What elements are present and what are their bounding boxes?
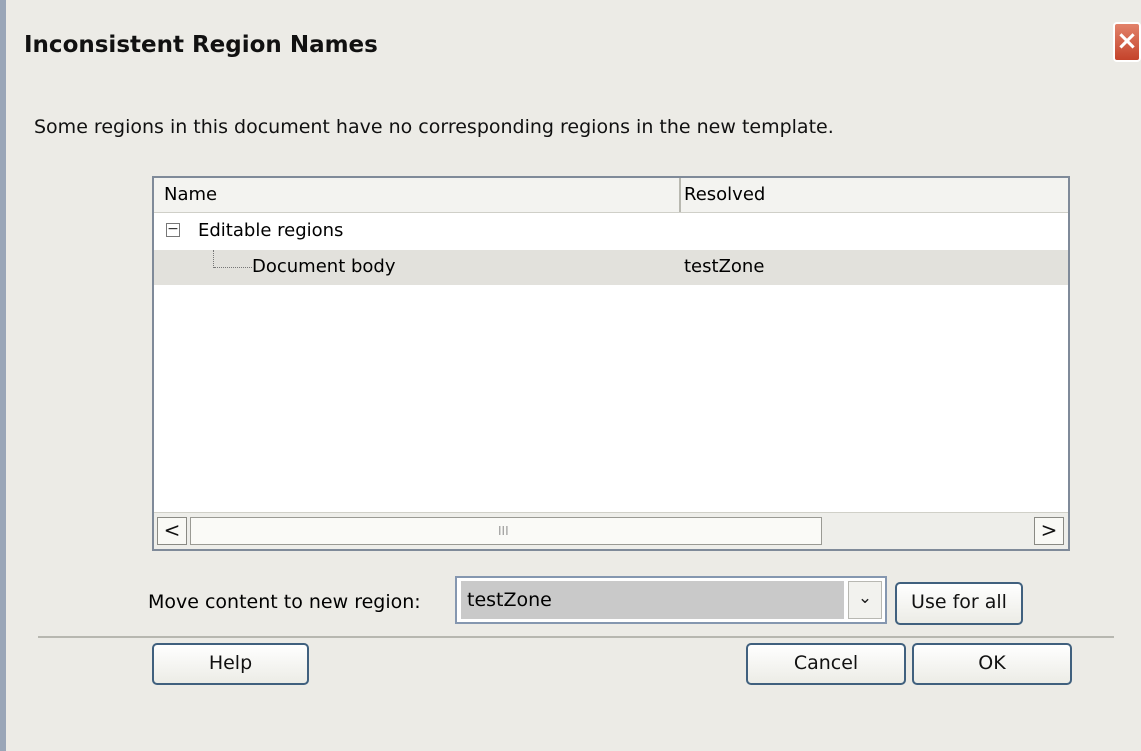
scroll-left-icon[interactable]: < xyxy=(157,517,187,545)
tree-row-editable-regions[interactable]: − Editable regions xyxy=(154,214,1068,249)
help-button[interactable]: Help xyxy=(152,643,309,685)
document-body-label: Document body xyxy=(252,256,396,277)
scroll-grip-icon: III xyxy=(498,524,509,538)
chevron-down-icon[interactable]: ⌄ xyxy=(848,581,882,619)
instruction-text: Some regions in this document have no co… xyxy=(34,116,834,138)
tree-connector-horizontal xyxy=(214,267,252,268)
tree-header: Name Resolved xyxy=(154,178,1068,213)
scrollbar-thumb[interactable]: III xyxy=(190,517,822,545)
column-name-header[interactable]: Name xyxy=(164,184,217,205)
move-content-label: Move content to new region: xyxy=(148,591,421,613)
region-tree[interactable]: Name Resolved − Editable regions Documen… xyxy=(152,176,1070,551)
region-select[interactable]: testZone ⌄ xyxy=(455,576,887,624)
tree-connector-vertical xyxy=(213,250,215,268)
column-divider[interactable] xyxy=(679,178,681,212)
horizontal-scrollbar[interactable]: < III > xyxy=(154,512,1068,549)
dialog-title: Inconsistent Region Names xyxy=(24,32,378,58)
resolved-value: testZone xyxy=(684,256,765,277)
selected-region-value[interactable]: testZone xyxy=(461,581,844,619)
dialog-titlebar: Inconsistent Region Names xyxy=(6,0,1141,90)
column-resolved-header[interactable]: Resolved xyxy=(684,184,765,205)
tree-row-document-body[interactable]: Document body testZone xyxy=(154,250,1068,285)
close-button[interactable]: × xyxy=(1113,22,1141,62)
collapse-icon[interactable]: − xyxy=(166,222,180,237)
use-for-all-button[interactable]: Use for all xyxy=(895,582,1023,625)
cancel-button[interactable]: Cancel xyxy=(746,643,906,685)
window-left-edge xyxy=(0,0,6,751)
scroll-right-icon[interactable]: > xyxy=(1034,517,1064,545)
ok-button[interactable]: OK xyxy=(912,643,1072,685)
dialog-separator xyxy=(38,636,1114,638)
editable-regions-label: Editable regions xyxy=(198,220,344,241)
